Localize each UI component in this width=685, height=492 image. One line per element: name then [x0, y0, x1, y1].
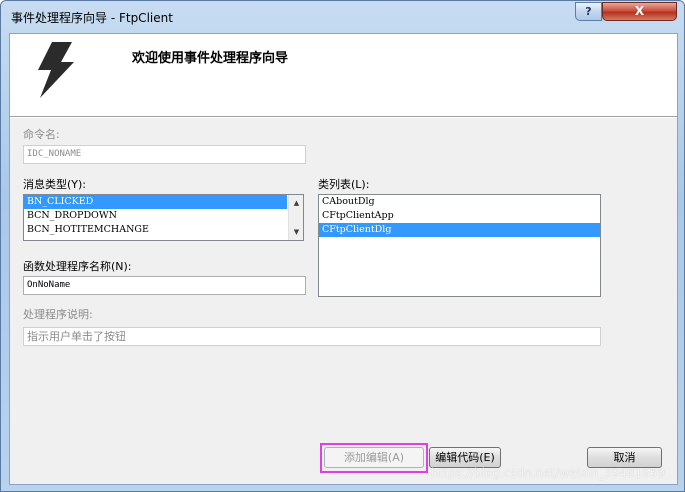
cancel-button[interactable]: 取消	[587, 447, 662, 468]
handler-desc-label: 处理程序说明:	[23, 308, 93, 321]
lightning-bolt-icon	[38, 42, 74, 98]
dialog-client-area: 欢迎使用事件处理程序向导 命令名: IDC_NONAME 消息类型(Y): BN…	[9, 33, 678, 485]
list-item[interactable]: BCN_HOTITEMCHANGE	[24, 223, 303, 237]
wizard-window: 事件处理程序向导 - FtpClient ? X 欢迎使用事件处理程序向导 命令…	[0, 0, 685, 492]
command-name-field[interactable]: IDC_NONAME	[23, 145, 306, 164]
class-list[interactable]: CAboutDlg CFtpClientApp CFtpClientDlg	[318, 194, 601, 297]
handler-name-label: 函数处理程序名称(N):	[23, 260, 132, 273]
list-item[interactable]: BCN_DROPDOWN	[24, 209, 303, 223]
list-item[interactable]: CAboutDlg	[319, 195, 600, 209]
help-icon: ?	[585, 5, 592, 18]
highlight-box	[320, 443, 428, 473]
message-type-scrollbar[interactable]: ▲ ▼	[288, 195, 303, 240]
message-type-list[interactable]: BN_CLICKED BCN_DROPDOWN BCN_HOTITEMCHANG…	[23, 194, 304, 241]
title-bar[interactable]: 事件处理程序向导 - FtpClient ? X	[1, 1, 684, 33]
list-item[interactable]: BN_CLICKED	[24, 195, 287, 209]
scroll-up-icon[interactable]: ▲	[289, 196, 304, 210]
handler-name-field[interactable]: OnNoName	[23, 276, 306, 295]
wizard-banner: 欢迎使用事件处理程序向导	[10, 34, 677, 116]
handler-desc-field[interactable]: 指示用户单击了按钮	[23, 327, 601, 346]
scroll-down-icon[interactable]: ▼	[289, 225, 304, 239]
window-title: 事件处理程序向导 - FtpClient	[11, 11, 173, 25]
watermark-text: https://blog.csdn.net/weixin_39481659	[430, 466, 665, 480]
close-button[interactable]: X	[602, 2, 677, 21]
edit-code-button[interactable]: 编辑代码(E)	[429, 447, 501, 468]
list-item[interactable]: CFtpClientApp	[319, 209, 600, 223]
banner-separator	[10, 116, 677, 118]
message-type-label: 消息类型(Y):	[23, 178, 87, 191]
banner-title: 欢迎使用事件处理程序向导	[132, 51, 289, 66]
class-list-label: 类列表(L):	[318, 178, 370, 191]
help-button[interactable]: ?	[575, 2, 602, 21]
close-icon: X	[634, 4, 645, 18]
list-item[interactable]: CFtpClientDlg	[319, 223, 600, 237]
command-name-label: 命令名:	[23, 128, 60, 141]
